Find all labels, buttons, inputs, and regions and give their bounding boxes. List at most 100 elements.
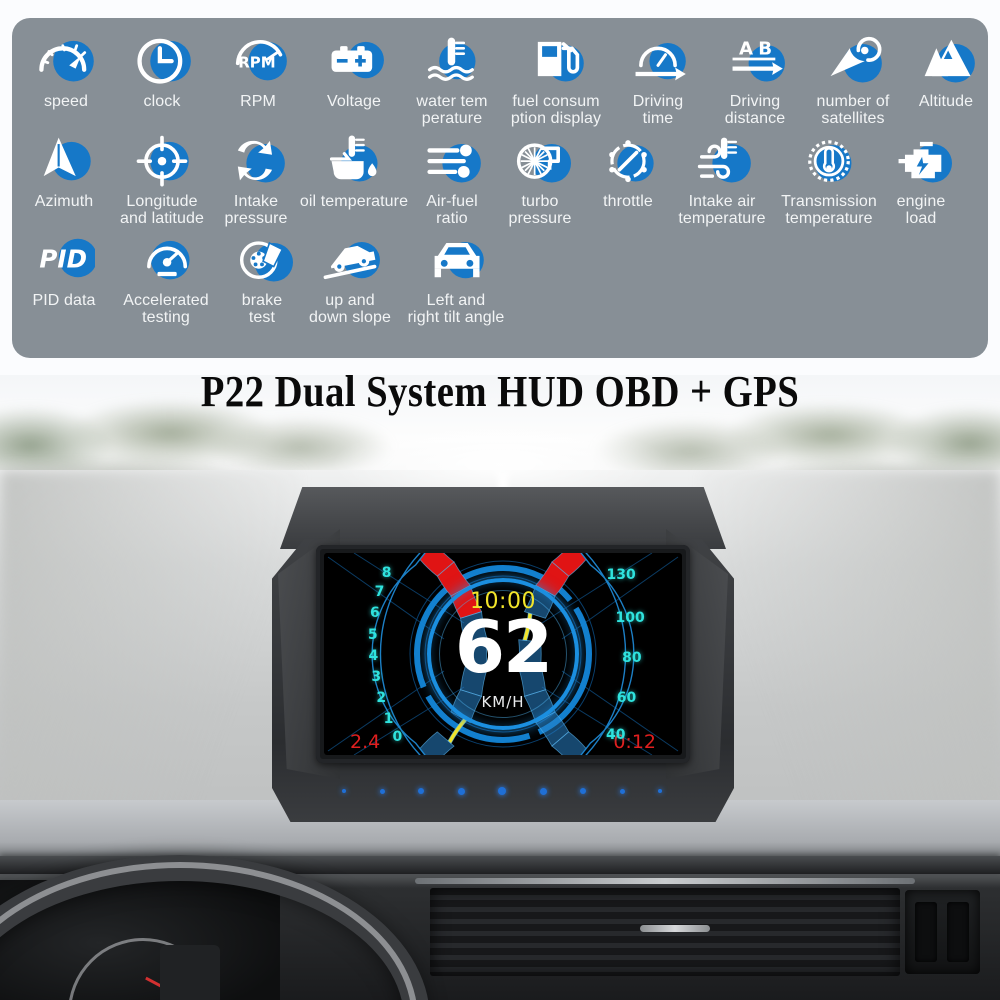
svg-text:RPM: RPM [238, 54, 275, 72]
air-vent-knob [640, 925, 710, 932]
hud-screen[interactable]: 10:00 62 KM/H 2.4 0:12 8 7 6 5 4 3 2 1 0 130 100 80… [324, 553, 682, 755]
led-indicator [379, 788, 385, 794]
hud-device: 10:00 62 KM/H 2.4 0:12 8 7 6 5 4 3 2 1 0 130 100 80… [272, 487, 734, 822]
feature-icon-panel: speed clock RPM RPM Voltage water tem per… [12, 18, 988, 358]
feature-label: PID data [32, 292, 96, 310]
speed-tick-40: 40 [606, 726, 626, 743]
clock-icon [131, 28, 193, 90]
transmission-temperature-icon [798, 128, 860, 190]
driving-distance-icon: A B [724, 28, 786, 90]
turbo-icon [509, 128, 571, 190]
led-indicator [457, 787, 465, 795]
feature-item-intake-pressure: Intake pressure [214, 128, 298, 228]
feature-label: turbo pressure [508, 192, 572, 227]
feature-label: clock [143, 93, 181, 110]
compass-needle-icon [33, 128, 95, 190]
fuel-pump-icon [525, 28, 587, 90]
rpm-tick-7: 7 [374, 584, 385, 601]
feature-label: engine load [896, 192, 946, 227]
engine-load-icon [890, 128, 952, 190]
feature-label: number of satellites [816, 93, 890, 128]
brake-disc-icon [231, 227, 293, 289]
feature-label: up and down slope [309, 292, 391, 327]
feature-row-2: Azimuth Longitude and latitude Intake pr… [18, 128, 982, 228]
led-indicator [539, 787, 547, 795]
feature-item-water-tem-perature: water tem perature [402, 28, 502, 128]
feature-item-up-and-down-slope: up and down slope [302, 227, 398, 327]
rpm-tick-5: 5 [367, 626, 378, 643]
feature-item-longitude-and-latitude: Longitude and latitude [110, 128, 214, 228]
throttle-icon [597, 128, 659, 190]
feature-label: RPM [240, 93, 276, 110]
feature-item-azimuth: Azimuth [18, 128, 110, 210]
screen-bezel: 10:00 62 KM/H 2.4 0:12 8 7 6 5 4 3 2 1 0 130 100 80… [316, 545, 690, 763]
feature-item-engine-load: engine load [884, 128, 958, 228]
intake-air-temperature-icon [691, 128, 753, 190]
feature-item-clock: clock [114, 28, 210, 110]
feature-label: throttle [603, 192, 653, 210]
feature-label: Voltage [326, 93, 382, 110]
rpm-tick-8: 8 [381, 565, 392, 582]
feature-label: Accelerated testing [123, 292, 209, 327]
feature-label: Driving time [632, 93, 684, 128]
air-vent-center [430, 888, 900, 976]
feature-item-voltage: Voltage [306, 28, 402, 110]
air-vent-right [905, 890, 980, 974]
feature-label: Driving distance [724, 93, 786, 128]
feature-label: Air-fuel ratio [426, 192, 478, 227]
speed-tick-60: 60 [616, 690, 637, 707]
oil-temperature-icon [323, 128, 385, 190]
feature-item-accelerated-testing: Accelerated testing [110, 227, 222, 327]
satellite-dish-icon [822, 28, 884, 90]
water-temperature-icon [421, 28, 483, 90]
pid-icon: PID [33, 227, 95, 289]
speed-tick-130: 130 [606, 567, 636, 584]
feature-item-oil-temperature: oil temperature [298, 128, 410, 210]
led-indicator [580, 788, 586, 794]
feature-label: Left and right tilt angle [407, 292, 505, 327]
led-indicator [658, 789, 662, 793]
feature-item-pid-data: PID PID data [18, 227, 110, 309]
feature-row-1: speed clock RPM RPM Voltage water tem per… [18, 28, 982, 128]
feature-label: Intake air temperature [678, 192, 766, 227]
feature-label: brake test [241, 292, 283, 327]
feature-label: speed [43, 93, 89, 110]
feature-label: Transmission temperature [781, 192, 877, 227]
led-indicator [498, 787, 506, 795]
svg-text:A: A [739, 39, 753, 60]
feature-label: Longitude and latitude [120, 192, 204, 227]
feature-item-rpm: RPM RPM [210, 28, 306, 110]
rpm-tick-0: 0 [392, 728, 403, 745]
vent-chrome-trim [415, 878, 915, 884]
svg-text:PID: PID [39, 245, 87, 274]
speed-tick-100: 100 [615, 609, 645, 626]
feature-item-air-fuel-ratio: Air-fuel ratio [410, 128, 494, 228]
feature-label: Intake pressure [224, 192, 288, 227]
acceleration-test-icon [135, 227, 197, 289]
feature-item-left-and-right-tilt-angle: Left and right tilt angle [398, 227, 514, 327]
led-indicator [619, 788, 625, 794]
speed-tick-80: 80 [622, 650, 642, 667]
led-indicator [342, 789, 346, 793]
rpm-tick-3: 3 [371, 669, 382, 686]
product-title: P22 Dual System HUD OBD + GPS [200, 367, 800, 416]
feature-item-altitude: Altitude [902, 28, 990, 110]
feature-item-driving-distance: A B Driving distance [706, 28, 804, 128]
battery-icon [323, 28, 385, 90]
feature-item-transmission-temperature: Transmission temperature [774, 128, 884, 228]
mountain-icon [915, 28, 977, 90]
led-indicator-strip [342, 783, 662, 799]
rpm-icon: RPM [227, 28, 289, 90]
feature-row-3: PID PID data Accelerated testing brake te… [18, 227, 982, 327]
feature-item-brake-test: brake test [222, 227, 302, 327]
feature-item-intake-air-temperature: Intake air temperature [670, 128, 774, 228]
led-indicator [418, 788, 424, 794]
feature-item-driving-time: Driving time [610, 28, 706, 128]
crosshair-icon [131, 128, 193, 190]
rpm-tick-2: 2 [376, 690, 387, 707]
rpm-tick-4: 4 [368, 648, 379, 665]
feature-label: oil temperature [299, 192, 409, 210]
feature-label: Azimuth [34, 192, 94, 210]
feature-label: Altitude [918, 93, 974, 110]
air-fuel-ratio-icon [421, 128, 483, 190]
